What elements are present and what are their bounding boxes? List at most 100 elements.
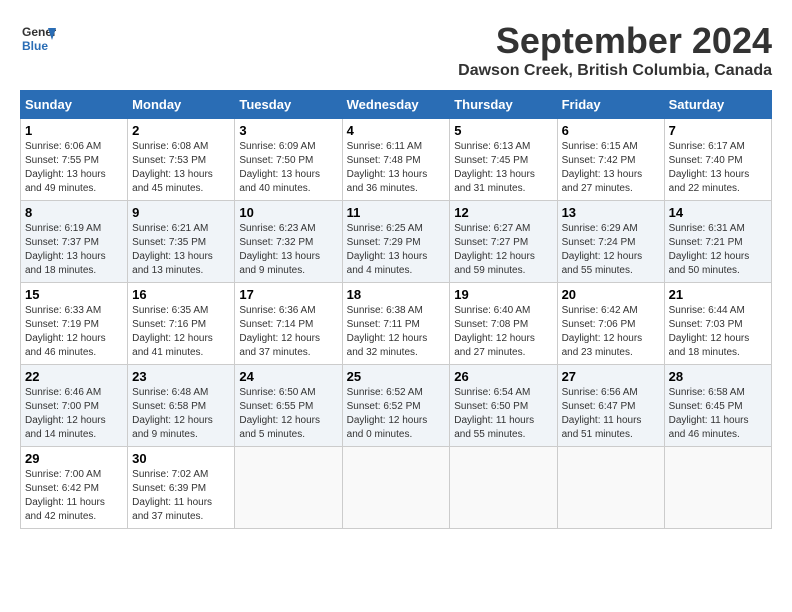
calendar-cell: [664, 447, 771, 529]
day-header-thursday: Thursday: [450, 91, 557, 119]
day-info: Sunrise: 6:46 AMSunset: 7:00 PMDaylight:…: [25, 386, 123, 442]
day-info: Sunrise: 6:40 AMSunset: 7:08 PMDaylight:…: [454, 304, 552, 360]
calendar-cell: 25 Sunrise: 6:52 AMSunset: 6:52 PMDayligh…: [342, 365, 450, 447]
day-info: Sunrise: 6:35 AMSunset: 7:16 PMDaylight:…: [132, 304, 230, 360]
day-info: Sunrise: 6:21 AMSunset: 7:35 PMDaylight:…: [132, 222, 230, 278]
page-header: General Blue September 2024 Dawson Creek…: [20, 20, 772, 80]
calendar-cell: 20 Sunrise: 6:42 AMSunset: 7:06 PMDayligh…: [557, 283, 664, 365]
location-title: Dawson Creek, British Columbia, Canada: [458, 62, 772, 80]
day-number: 1: [25, 123, 123, 138]
calendar-cell: 27Sunrise: 6:56 AMSunset: 6:47 PMDayligh…: [557, 365, 664, 447]
calendar-cell: [235, 447, 342, 529]
calendar-cell: 1 Sunrise: 6:06 AMSunset: 7:55 PMDaylight…: [21, 119, 128, 201]
day-number: 20: [562, 287, 660, 302]
calendar-cell: 23 Sunrise: 6:48 AMSunset: 6:58 PMDayligh…: [128, 365, 235, 447]
week-row-3: 15 Sunrise: 6:33 AMSunset: 7:19 PMDayligh…: [21, 283, 772, 365]
calendar-cell: 13 Sunrise: 6:29 AMSunset: 7:24 PMDayligh…: [557, 201, 664, 283]
calendar-cell: 12 Sunrise: 6:27 AMSunset: 7:27 PMDayligh…: [450, 201, 557, 283]
day-header-monday: Monday: [128, 91, 235, 119]
day-number: 27: [562, 369, 660, 384]
calendar-cell: 7 Sunrise: 6:17 AMSunset: 7:40 PMDaylight…: [664, 119, 771, 201]
day-number: 8: [25, 205, 123, 220]
day-info: Sunrise: 7:02 AMSunset: 6:39 PMDaylight:…: [132, 468, 230, 524]
calendar-cell: 4 Sunrise: 6:11 AMSunset: 7:48 PMDaylight…: [342, 119, 450, 201]
day-info: Sunrise: 6:13 AMSunset: 7:45 PMDaylight:…: [454, 140, 552, 196]
calendar-table: SundayMondayTuesdayWednesdayThursdayFrid…: [20, 90, 772, 529]
day-info: Sunrise: 6:52 AMSunset: 6:52 PMDaylight:…: [347, 386, 446, 442]
calendar-cell: 16Sunrise: 6:35 AMSunset: 7:16 PMDayligh…: [128, 283, 235, 365]
day-number: 26: [454, 369, 552, 384]
day-number: 23: [132, 369, 230, 384]
calendar-cell: 14Sunrise: 6:31 AMSunset: 7:21 PMDayligh…: [664, 201, 771, 283]
day-number: 30: [132, 451, 230, 466]
day-info: Sunrise: 6:38 AMSunset: 7:11 PMDaylight:…: [347, 304, 446, 360]
calendar-cell: 28Sunrise: 6:58 AMSunset: 6:45 PMDayligh…: [664, 365, 771, 447]
calendar-cell: 22Sunrise: 6:46 AMSunset: 7:00 PMDayligh…: [21, 365, 128, 447]
day-number: 29: [25, 451, 123, 466]
week-row-5: 29 Sunrise: 7:00 AMSunset: 6:42 PMDayligh…: [21, 447, 772, 529]
calendar-cell: 26 Sunrise: 6:54 AMSunset: 6:50 PMDayligh…: [450, 365, 557, 447]
day-info: Sunrise: 6:17 AMSunset: 7:40 PMDaylight:…: [669, 140, 767, 196]
day-number: 3: [239, 123, 337, 138]
calendar-cell: 19 Sunrise: 6:40 AMSunset: 7:08 PMDayligh…: [450, 283, 557, 365]
day-info: Sunrise: 6:33 AMSunset: 7:19 PMDaylight:…: [25, 304, 123, 360]
day-header-saturday: Saturday: [664, 91, 771, 119]
day-header-wednesday: Wednesday: [342, 91, 450, 119]
calendar-cell: 24 Sunrise: 6:50 AMSunset: 6:55 PMDayligh…: [235, 365, 342, 447]
day-info: Sunrise: 6:50 AMSunset: 6:55 PMDaylight:…: [239, 386, 337, 442]
calendar-cell: 3 Sunrise: 6:09 AMSunset: 7:50 PMDaylight…: [235, 119, 342, 201]
logo: General Blue: [20, 20, 56, 56]
day-number: 10: [239, 205, 337, 220]
day-number: 11: [347, 205, 446, 220]
month-title: September 2024: [458, 20, 772, 62]
day-info: Sunrise: 6:06 AMSunset: 7:55 PMDaylight:…: [25, 140, 123, 196]
day-number: 15: [25, 287, 123, 302]
day-info: Sunrise: 6:42 AMSunset: 7:06 PMDaylight:…: [562, 304, 660, 360]
day-number: 7: [669, 123, 767, 138]
day-number: 5: [454, 123, 552, 138]
day-number: 13: [562, 205, 660, 220]
calendar-cell: 29 Sunrise: 7:00 AMSunset: 6:42 PMDayligh…: [21, 447, 128, 529]
day-info: Sunrise: 6:31 AMSunset: 7:21 PMDaylight:…: [669, 222, 767, 278]
calendar-cell: [342, 447, 450, 529]
calendar-cell: [557, 447, 664, 529]
calendar-cell: [450, 447, 557, 529]
day-number: 24: [239, 369, 337, 384]
calendar-cell: 30 Sunrise: 7:02 AMSunset: 6:39 PMDayligh…: [128, 447, 235, 529]
day-number: 19: [454, 287, 552, 302]
day-info: Sunrise: 6:36 AMSunset: 7:14 PMDaylight:…: [239, 304, 337, 360]
day-number: 25: [347, 369, 446, 384]
calendar-cell: 8Sunrise: 6:19 AMSunset: 7:37 PMDaylight…: [21, 201, 128, 283]
day-info: Sunrise: 6:27 AMSunset: 7:27 PMDaylight:…: [454, 222, 552, 278]
day-info: Sunrise: 6:54 AMSunset: 6:50 PMDaylight:…: [454, 386, 552, 442]
day-info: Sunrise: 6:15 AMSunset: 7:42 PMDaylight:…: [562, 140, 660, 196]
calendar-cell: 6 Sunrise: 6:15 AMSunset: 7:42 PMDaylight…: [557, 119, 664, 201]
calendar-cell: 5 Sunrise: 6:13 AMSunset: 7:45 PMDaylight…: [450, 119, 557, 201]
calendar-cell: 11Sunrise: 6:25 AMSunset: 7:29 PMDayligh…: [342, 201, 450, 283]
calendar-cell: 21Sunrise: 6:44 AMSunset: 7:03 PMDayligh…: [664, 283, 771, 365]
calendar-cell: 10 Sunrise: 6:23 AMSunset: 7:32 PMDayligh…: [235, 201, 342, 283]
header-row: SundayMondayTuesdayWednesdayThursdayFrid…: [21, 91, 772, 119]
week-row-4: 22Sunrise: 6:46 AMSunset: 7:00 PMDayligh…: [21, 365, 772, 447]
day-number: 9: [132, 205, 230, 220]
day-number: 17: [239, 287, 337, 302]
day-number: 4: [347, 123, 446, 138]
day-number: 2: [132, 123, 230, 138]
day-info: Sunrise: 6:48 AMSunset: 6:58 PMDaylight:…: [132, 386, 230, 442]
week-row-1: 1 Sunrise: 6:06 AMSunset: 7:55 PMDaylight…: [21, 119, 772, 201]
calendar-cell: 2Sunrise: 6:08 AMSunset: 7:53 PMDaylight…: [128, 119, 235, 201]
calendar-cell: 18 Sunrise: 6:38 AMSunset: 7:11 PMDayligh…: [342, 283, 450, 365]
day-info: Sunrise: 6:11 AMSunset: 7:48 PMDaylight:…: [347, 140, 446, 196]
day-info: Sunrise: 6:09 AMSunset: 7:50 PMDaylight:…: [239, 140, 337, 196]
day-info: Sunrise: 6:23 AMSunset: 7:32 PMDaylight:…: [239, 222, 337, 278]
day-number: 28: [669, 369, 767, 384]
day-info: Sunrise: 7:00 AMSunset: 6:42 PMDaylight:…: [25, 468, 123, 524]
day-info: Sunrise: 6:29 AMSunset: 7:24 PMDaylight:…: [562, 222, 660, 278]
day-number: 18: [347, 287, 446, 302]
calendar-cell: 15 Sunrise: 6:33 AMSunset: 7:19 PMDayligh…: [21, 283, 128, 365]
day-header-tuesday: Tuesday: [235, 91, 342, 119]
day-number: 6: [562, 123, 660, 138]
day-number: 12: [454, 205, 552, 220]
day-info: Sunrise: 6:44 AMSunset: 7:03 PMDaylight:…: [669, 304, 767, 360]
logo-icon: General Blue: [20, 20, 56, 56]
